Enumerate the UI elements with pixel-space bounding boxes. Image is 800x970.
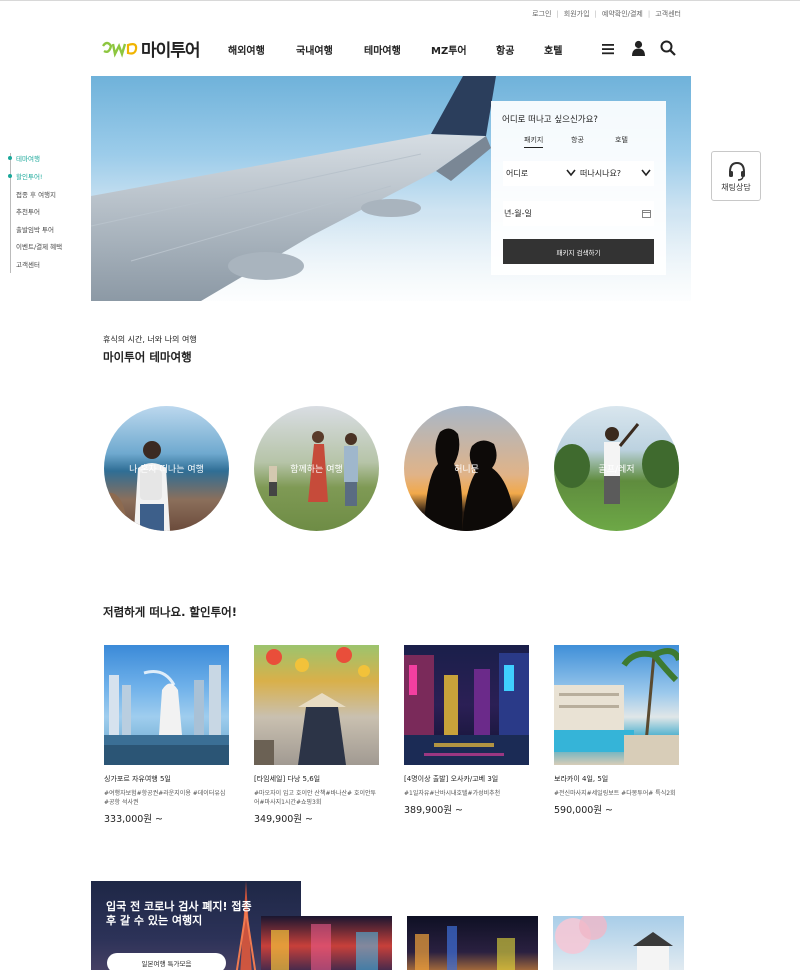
deal-price: 349,900원 ~ — [254, 814, 314, 825]
quick-item-imminent[interactable]: 출발임박 투어 — [16, 224, 54, 234]
deals-title: 저렴하게 떠나요. 할인투어! — [103, 605, 237, 619]
deal-title: [4명이상 출발] 오사카/고베 3일 — [404, 775, 499, 783]
signup-link[interactable]: 회원가입 — [559, 9, 595, 19]
login-link[interactable]: 로그인 — [527, 9, 556, 19]
quick-item-theme[interactable]: 테마여행 — [16, 153, 40, 163]
nav-air[interactable]: 항공 — [496, 42, 514, 57]
logo[interactable]: 마이투어 — [101, 36, 201, 61]
logo-text: 마이투어 — [141, 41, 201, 61]
destination-row: 어디로 떠나시나요? — [503, 161, 654, 186]
promo-image-1[interactable] — [261, 916, 392, 970]
boracay-image — [554, 645, 679, 765]
theme-label-golf: 골프/레저 — [598, 465, 635, 475]
promo-button[interactable]: 일본여행 특가모음 — [107, 953, 226, 970]
promo-image-3[interactable] — [553, 916, 684, 970]
promo-image-2[interactable] — [407, 916, 538, 970]
deal-tags: #전신마사지#세일링보트 #다몽투어# 특식2회 — [554, 790, 676, 797]
search-box-title: 어디로 떠나고 싶으신가요? — [502, 115, 598, 125]
deal-title: 싱가포르 자유여행 5일 — [104, 775, 171, 783]
theme-label-solo: 나 혼자 떠나는 여행 — [129, 465, 204, 475]
tab-air[interactable]: 항공 — [571, 135, 584, 145]
nav-mz-tour[interactable]: MZ투어 — [431, 42, 467, 57]
deal-price: 333,000원 ~ — [104, 814, 164, 825]
nav-overseas[interactable]: 해외여행 — [228, 42, 265, 57]
nav-hotel[interactable]: 호텔 — [544, 42, 562, 57]
theme-subtitle: 휴식의 시간, 너와 나의 여행 — [103, 335, 197, 344]
user-icon[interactable] — [631, 40, 646, 60]
deal-title: [타임세일] 다낭 5,6일 — [254, 775, 321, 783]
promo-title: 입국 전 코로나 검사 폐지! 접종 후 갈 수 있는 여행지 — [106, 900, 252, 927]
nav-domestic[interactable]: 국내여행 — [296, 42, 333, 57]
theme-label-together: 함께하는 여행 — [290, 465, 343, 475]
quick-item-event[interactable]: 이벤트/결제 혜택 — [16, 241, 62, 251]
date-field[interactable]: 년-월-일 — [503, 201, 654, 226]
deal-title: 보라카이 4일, 5일 — [554, 775, 609, 783]
deal-tags: #1일자유#난바시내호텔#가성비추천 — [404, 790, 501, 797]
nav-theme[interactable]: 테마여행 — [364, 42, 401, 57]
theme-title: 마이투어 테마여행 — [103, 350, 192, 364]
theme-label-honeymoon: 허니문 — [454, 465, 479, 475]
deal-tags: #마오자이 입고 호이안 산책#바나산# 호이안투어#마사지1시간#쇼핑3회 — [254, 790, 377, 806]
utility-bar: 로그인 | 회원가입 | 예약확인/결제 | 고객센터 — [527, 9, 686, 19]
headset-icon — [729, 161, 745, 181]
osaka-image — [404, 645, 529, 765]
tab-hotel[interactable]: 호텔 — [615, 135, 628, 145]
deal-price: 389,900원 ~ — [404, 805, 464, 816]
theme-together-travel[interactable]: 함께하는 여행 — [254, 406, 379, 531]
active-dot-icon — [8, 156, 12, 160]
tab-package[interactable]: 패키지 — [524, 135, 544, 148]
chat-consult-button[interactable]: 채팅상담 — [711, 151, 761, 201]
menu-icon[interactable] — [601, 41, 615, 60]
quick-item-vaccinated[interactable]: 접종 후 여행지 — [16, 189, 56, 199]
deal-card[interactable]: [4명이상 출발] 오사카/고베 3일 #1일자유#난바시내호텔#가성비추천 3… — [404, 645, 529, 816]
quick-item-recommend[interactable]: 추천투어 — [16, 206, 40, 216]
singapore-image — [104, 645, 229, 765]
date-placeholder: 년-월-일 — [504, 209, 532, 218]
destination-value: 어디로 — [506, 169, 529, 178]
package-search-box: 어디로 떠나고 싶으신가요? 패키지 항공 호텔 어디로 떠나시나요? 년-월-… — [491, 101, 666, 275]
departure-value: 떠나시나요? — [580, 169, 622, 178]
calendar-icon[interactable] — [642, 209, 651, 218]
theme-honeymoon[interactable]: 허니문 — [404, 406, 529, 531]
chevron-down-icon — [641, 169, 651, 177]
deal-price: 590,000원 ~ — [554, 805, 614, 816]
deal-card[interactable]: [타임세일] 다낭 5,6일 #마오자이 입고 호이안 산책#바나산# 호이안투… — [254, 645, 379, 825]
top-rule — [0, 0, 800, 1]
chevron-down-icon — [566, 169, 576, 177]
quick-item-discount[interactable]: 할인투어! — [16, 171, 43, 181]
danang-image — [254, 645, 379, 765]
destination-select[interactable]: 어디로 — [503, 161, 578, 186]
logo-mark-icon — [102, 41, 138, 58]
chat-label: 채팅상담 — [721, 183, 751, 192]
theme-solo-travel[interactable]: 나 혼자 떠나는 여행 — [104, 406, 229, 531]
active-dot-icon — [8, 174, 12, 178]
quick-item-customer[interactable]: 고객센터 — [16, 259, 40, 269]
reservation-link[interactable]: 예약확인/결제 — [597, 9, 648, 19]
theme-golf-leisure[interactable]: 골프/레저 — [554, 406, 679, 531]
deal-card[interactable]: 싱가포르 자유여행 5일 #여행자보험#항공권#라운지이용 #데이터유심#공항 … — [104, 645, 229, 825]
package-search-button[interactable]: 패키지 검색하기 — [503, 239, 654, 264]
departure-select[interactable]: 떠나시나요? — [579, 161, 654, 186]
search-icon[interactable] — [660, 40, 676, 60]
customer-center-link[interactable]: 고객센터 — [650, 9, 686, 19]
quick-menu-line — [10, 153, 11, 273]
deal-card[interactable]: 보라카이 4일, 5일 #전신마사지#세일링보트 #다몽투어# 특식2회 590… — [554, 645, 679, 816]
deal-tags: #여행자보험#항공권#라운지이용 #데이터유심#공항 석사권 — [104, 790, 226, 806]
